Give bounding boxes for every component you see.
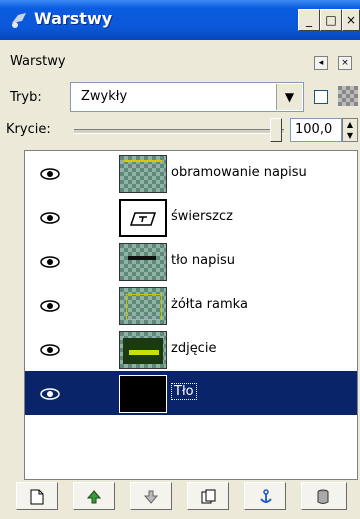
layer-row[interactable]: tło napisu: [25, 239, 357, 283]
layer-row-selected[interactable]: Tło: [25, 371, 357, 415]
window-titlebar[interactable]: Warstwy _ □ ×: [0, 0, 360, 40]
layer-name[interactable]: świerszcz: [171, 209, 233, 224]
opacity-spin-button[interactable]: ▲ ▼: [342, 118, 358, 142]
window-title: Warstwy: [34, 9, 113, 28]
layer-row[interactable]: świerszcz: [25, 195, 357, 239]
text-layer-icon[interactable]: [119, 199, 167, 237]
layer-thumbnail[interactable]: [119, 287, 167, 325]
layer-thumbnail[interactable]: [119, 331, 167, 369]
lower-layer-icon: [144, 490, 158, 504]
close-button[interactable]: ×: [342, 9, 360, 31]
eye-icon[interactable]: [39, 211, 61, 225]
raise-layer-icon: [87, 490, 101, 504]
maximize-button[interactable]: □: [320, 9, 342, 31]
layer-thumbnail[interactable]: [119, 155, 167, 193]
layer-name[interactable]: Tło: [171, 383, 197, 400]
new-layer-icon: [30, 489, 44, 505]
panel-menu-icon[interactable]: ◂: [314, 56, 328, 70]
layer-list[interactable]: obramowanie napisu świerszcz tło napisu …: [24, 150, 358, 480]
duplicate-layer-icon: [201, 489, 216, 504]
layer-name[interactable]: obramowanie napisu: [171, 165, 307, 180]
keep-transparency-checkbox[interactable]: [314, 90, 328, 104]
delete-layer-button[interactable]: [301, 482, 347, 510]
opacity-slider[interactable]: [74, 129, 284, 134]
layer-thumbnail[interactable]: [119, 243, 167, 281]
anchor-layer-icon: [260, 489, 272, 503]
transparency-icon: [338, 86, 358, 106]
eye-icon[interactable]: [39, 343, 61, 357]
layer-name[interactable]: żółta ramka: [171, 297, 248, 312]
eye-icon[interactable]: [39, 255, 61, 269]
minimize-button[interactable]: _: [298, 9, 320, 31]
duplicate-layer-button[interactable]: [187, 482, 229, 510]
panel-close-icon[interactable]: ×: [338, 56, 352, 70]
layer-row[interactable]: zdjęcie: [25, 327, 357, 371]
delete-layer-icon: [317, 489, 329, 504]
opacity-slider-thumb[interactable]: [270, 118, 282, 142]
layer-row[interactable]: obramowanie napisu: [25, 151, 357, 195]
eye-icon[interactable]: [39, 167, 61, 181]
layer-name[interactable]: zdjęcie: [171, 341, 216, 356]
anchor-layer-button[interactable]: [244, 482, 286, 510]
panel-title: Warstwy: [10, 54, 66, 69]
gimp-icon: [12, 13, 26, 28]
mode-dropdown[interactable]: Zwykły ▼: [70, 82, 304, 112]
layer-thumbnail[interactable]: [119, 375, 167, 413]
mode-label: Tryb:: [10, 90, 42, 105]
eye-icon[interactable]: [39, 387, 61, 401]
layer-name[interactable]: tło napisu: [171, 253, 235, 268]
opacity-input[interactable]: 100,0: [290, 118, 342, 142]
eye-icon[interactable]: [39, 299, 61, 313]
mode-value: Zwykły: [81, 89, 128, 104]
layer-row[interactable]: żółta ramka: [25, 283, 357, 327]
lower-layer-button[interactable]: [130, 482, 172, 510]
opacity-label: Krycie:: [6, 122, 51, 137]
new-layer-button[interactable]: [16, 482, 58, 510]
raise-layer-button[interactable]: [73, 482, 115, 510]
chevron-down-icon[interactable]: ▼: [276, 84, 302, 110]
